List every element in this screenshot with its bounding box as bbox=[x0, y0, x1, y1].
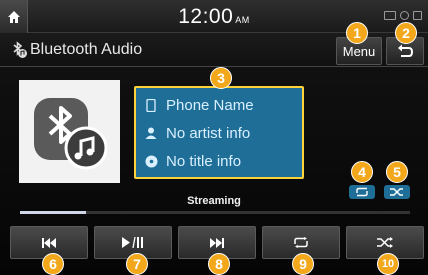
callout-8: 8 bbox=[208, 253, 230, 275]
album-art bbox=[19, 80, 120, 183]
callout-2: 2 bbox=[395, 22, 417, 44]
clock-time: 12:00 bbox=[178, 5, 234, 28]
phone-name: Phone Name bbox=[166, 96, 254, 114]
info-row-artist: No artist info bbox=[144, 119, 302, 147]
bluetooth-music-icon bbox=[33, 97, 107, 169]
callout-4: 4 bbox=[351, 161, 373, 183]
callout-6: 6 bbox=[42, 253, 64, 275]
track-info-panel: Phone Name No artist info No title info bbox=[134, 86, 304, 179]
info-row-phone: Phone Name bbox=[144, 91, 302, 119]
previous-icon bbox=[42, 237, 56, 248]
status-icons bbox=[384, 11, 422, 20]
phone-icon bbox=[144, 98, 158, 112]
bluetooth-audio-icon bbox=[13, 41, 27, 58]
battery-icon bbox=[384, 11, 396, 20]
back-arrow-icon bbox=[398, 44, 413, 57]
play-pause-icon bbox=[122, 237, 143, 248]
bluetooth-audio-screen: 12:00 AM Bluetooth Audio Menu Phone Name… bbox=[0, 0, 428, 275]
bluetooth-status-icon bbox=[400, 11, 409, 20]
disc-icon bbox=[144, 154, 158, 168]
info-row-title: No title info bbox=[144, 147, 302, 175]
track-title: No title info bbox=[166, 152, 242, 170]
next-icon bbox=[210, 237, 224, 248]
artist-icon bbox=[144, 126, 158, 140]
playback-status: Streaming bbox=[187, 195, 241, 207]
clock-ampm: AM bbox=[235, 15, 250, 25]
progress-bar[interactable] bbox=[20, 211, 410, 214]
callout-7: 7 bbox=[126, 253, 148, 275]
page-title: Bluetooth Audio bbox=[30, 41, 143, 58]
callout-9: 9 bbox=[292, 253, 314, 275]
signal-icon bbox=[413, 11, 422, 20]
artist-name: No artist info bbox=[166, 124, 251, 142]
callout-10: 10 bbox=[377, 253, 399, 275]
repeat-icon bbox=[294, 237, 308, 248]
callout-3: 3 bbox=[210, 67, 232, 89]
progress-fill bbox=[20, 211, 87, 214]
callout-5: 5 bbox=[386, 161, 408, 183]
shuffle-icon bbox=[377, 237, 393, 248]
callout-1: 1 bbox=[346, 22, 368, 44]
